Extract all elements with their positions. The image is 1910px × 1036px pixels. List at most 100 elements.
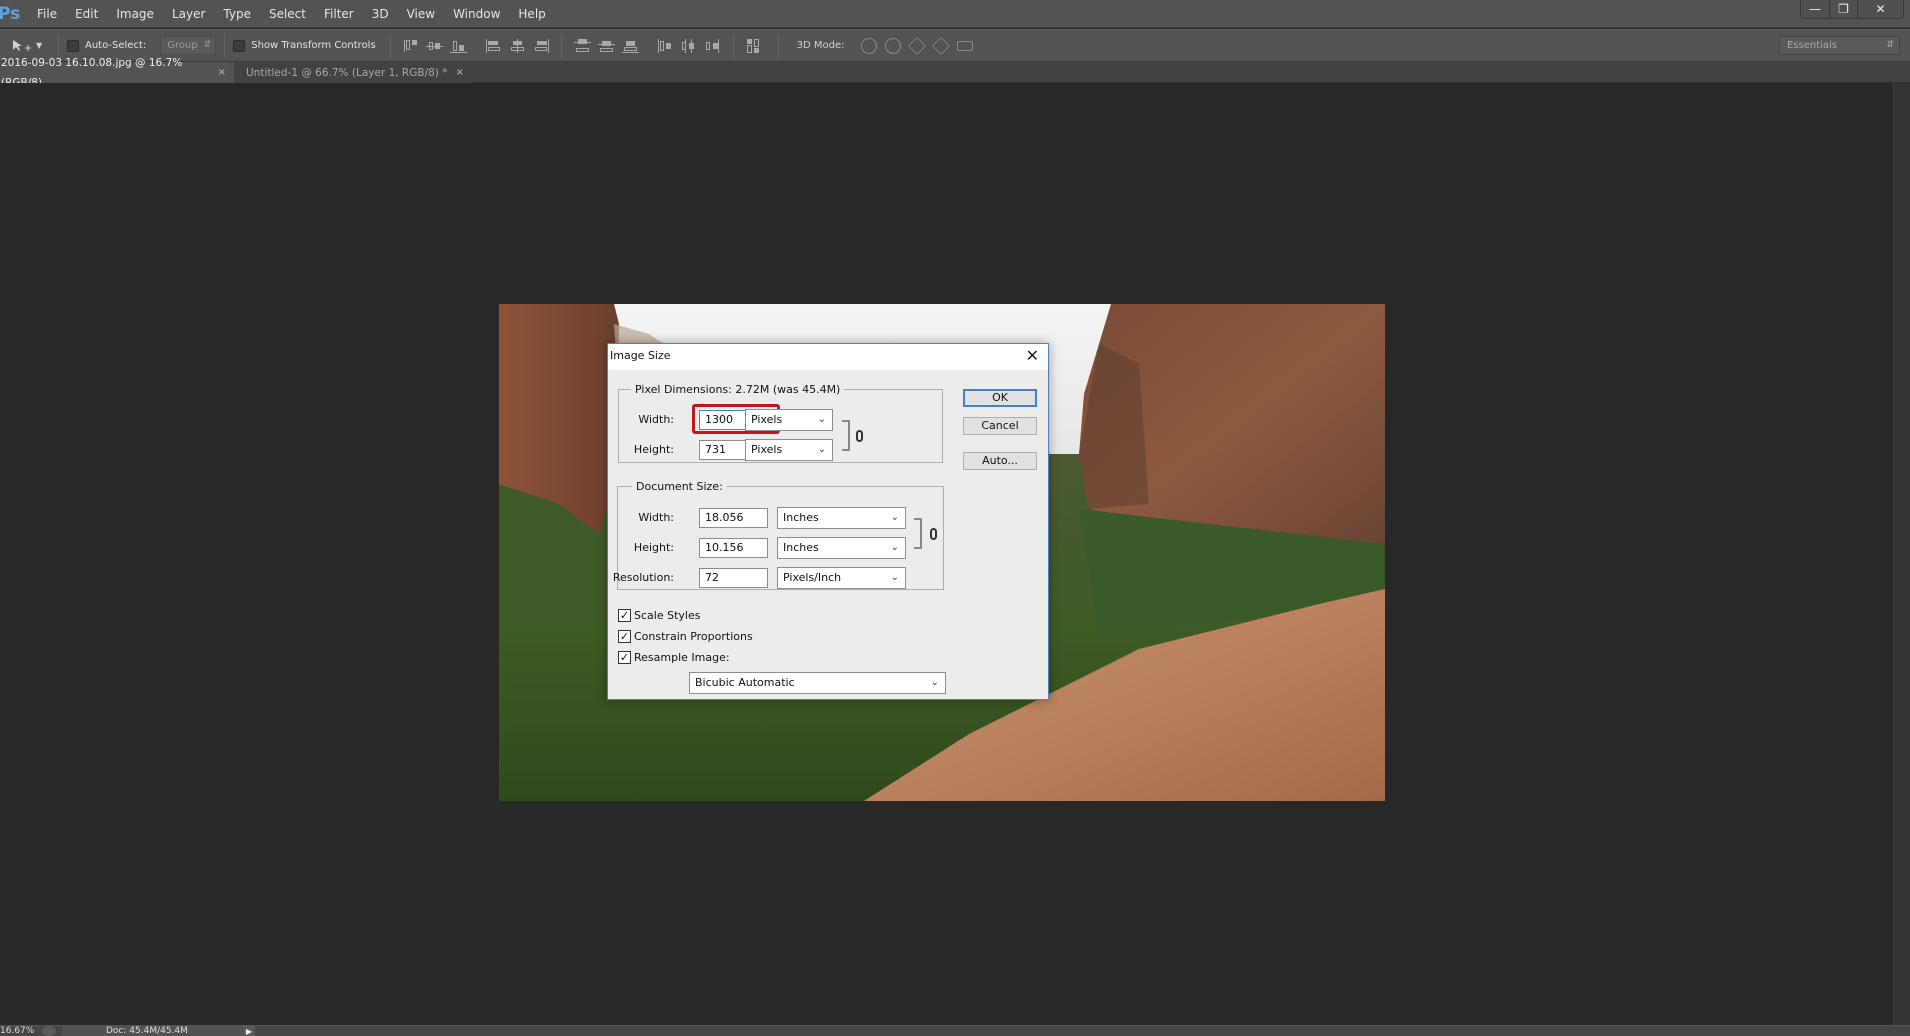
document-tabs: 2016-09-03 16.10.08.jpg @ 16.7% (RGB/8) … xyxy=(0,57,1910,89)
menu-filter[interactable]: Filter xyxy=(315,0,363,28)
pixel-height-unit-value: Pixels xyxy=(751,443,783,456)
restore-button[interactable]: ❐ xyxy=(1829,0,1857,18)
resolution-label: Resolution: xyxy=(612,571,674,584)
image-size-dialog: Image Size ✕ Pixel Dimensions: 2.72M (wa… xyxy=(607,343,1049,700)
pixel-width-unit-value: Pixels xyxy=(751,413,783,426)
pixel-width-unit-select[interactable]: Pixels ⌄ xyxy=(745,409,833,431)
menu-help[interactable]: Help xyxy=(509,0,554,28)
chevron-down-icon: ⌄ xyxy=(890,572,899,583)
status-menu-arrow-icon[interactable]: ▶ xyxy=(243,1025,255,1036)
tool-preset-picker[interactable]: ▼ xyxy=(12,39,50,53)
align-bottom-edges-icon[interactable] xyxy=(450,39,468,53)
rotate-3d-object-icon[interactable] xyxy=(860,37,877,54)
distribute-horizontal-centers-icon[interactable] xyxy=(680,38,697,53)
resample-image-checkbox-row[interactable]: ✓ Resample Image: xyxy=(618,651,730,664)
close-window-button[interactable]: ✕ xyxy=(1857,0,1903,18)
scale-styles-checkbox[interactable]: ✓ xyxy=(618,609,631,622)
menu-bar: Ps File Edit Image Layer Type Select Fil… xyxy=(0,0,1910,28)
roll-3d-object-icon[interactable] xyxy=(884,37,901,54)
document-info: Doc: 45.4M/45.4M xyxy=(62,1025,243,1036)
menu-window[interactable]: Window xyxy=(444,0,509,28)
resolution-unit-value: Pixels/Inch xyxy=(783,571,842,584)
resolution-unit-select[interactable]: Pixels/Inch ⌄ xyxy=(777,567,906,589)
auto-align-layers-icon[interactable] xyxy=(745,38,762,53)
status-bar: 16.67% Doc: 45.4M/45.4M ▶ xyxy=(0,1025,1910,1036)
pixel-height-unit-select[interactable]: Pixels ⌄ xyxy=(745,439,833,461)
chevron-down-icon: ⌄ xyxy=(930,677,939,688)
doc-width-unit-select[interactable]: Inches ⌄ xyxy=(777,507,906,529)
minimize-button[interactable]: — xyxy=(1801,0,1829,18)
resolution-input[interactable]: 72 xyxy=(699,568,768,588)
show-transform-controls-label: Show Transform Controls xyxy=(251,40,376,51)
dialog-title: Image Size xyxy=(610,349,671,362)
updown-arrows-icon: ⇵ xyxy=(1886,40,1894,50)
doc-height-unit-select[interactable]: Inches ⌄ xyxy=(777,537,906,559)
3d-mode-label: 3D Mode: xyxy=(796,40,845,51)
distribute-vertical-centers-icon[interactable] xyxy=(597,39,615,53)
status-info-icon[interactable] xyxy=(42,1026,56,1036)
constrain-proportions-checkbox[interactable]: ✓ xyxy=(618,630,631,643)
updown-arrows-icon: ⇵ xyxy=(203,40,212,50)
chain-link-icon xyxy=(856,430,863,442)
zoom-level[interactable]: 16.67% xyxy=(0,1026,36,1036)
menu-select[interactable]: Select xyxy=(260,0,315,28)
tab-document-jpg[interactable]: 2016-09-03 16.10.08.jpg @ 16.7% (RGB/8) … xyxy=(0,57,234,89)
close-tab-icon[interactable]: × xyxy=(218,63,226,83)
distribute-right-edges-icon[interactable] xyxy=(704,38,721,53)
menu-file[interactable]: File xyxy=(28,0,66,28)
distribute-bottom-edges-icon[interactable] xyxy=(621,39,639,53)
align-vertical-centers-icon[interactable] xyxy=(426,39,444,53)
chevron-down-icon: ▼ xyxy=(36,41,43,50)
show-transform-controls-checkbox[interactable] xyxy=(233,39,246,52)
distribute-left-edges-icon[interactable] xyxy=(656,38,673,53)
tab-untitled-1[interactable]: Untitled-1 @ 66.7% (Layer 1, RGB/8) * × xyxy=(234,62,472,83)
doc-width-input[interactable]: 18.056 xyxy=(699,508,768,528)
pixel-dimensions-legend: Pixel Dimensions: 2.72M (was 45.4M) xyxy=(635,383,841,396)
photoshop-logo: Ps xyxy=(0,3,21,24)
doc-height-label: Height: xyxy=(633,541,674,554)
scale-styles-label: Scale Styles xyxy=(634,609,701,622)
menu-edit[interactable]: Edit xyxy=(66,0,107,28)
vertical-scrollbar[interactable] xyxy=(1893,83,1910,1025)
ok-button[interactable]: OK xyxy=(963,389,1037,407)
cancel-button[interactable]: Cancel xyxy=(963,417,1037,435)
menu-image[interactable]: Image xyxy=(107,0,163,28)
doc-height-input[interactable]: 10.156 xyxy=(699,538,768,558)
pixel-width-label: Width: xyxy=(638,413,674,426)
menu-layer[interactable]: Layer xyxy=(163,0,214,28)
scale-3d-object-icon[interactable] xyxy=(956,40,973,51)
document-constrain-bracket xyxy=(914,518,922,549)
align-top-edges-icon[interactable] xyxy=(402,39,419,53)
menu-3d[interactable]: 3D xyxy=(363,0,398,28)
chevron-down-icon: ⌄ xyxy=(890,542,899,553)
resample-image-checkbox[interactable]: ✓ xyxy=(618,651,631,664)
doc-width-unit-value: Inches xyxy=(783,511,819,524)
resample-image-label: Resample Image: xyxy=(634,651,730,664)
align-right-edges-icon[interactable] xyxy=(533,38,550,53)
slide-3d-object-icon[interactable] xyxy=(931,36,950,55)
divider xyxy=(561,33,563,58)
auto-select-label: Auto-Select: xyxy=(85,40,147,51)
align-tools xyxy=(399,33,766,58)
scale-styles-checkbox-row[interactable]: ✓ Scale Styles xyxy=(618,609,700,622)
dialog-title-bar[interactable]: Image Size ✕ xyxy=(608,344,1048,370)
menu-type[interactable]: Type xyxy=(214,0,260,28)
chain-link-icon xyxy=(930,528,937,540)
resample-method-select[interactable]: Bicubic Automatic ⌄ xyxy=(689,672,946,694)
window-controls: — ❐ ✕ xyxy=(1800,0,1904,19)
workspace-value: Essentials xyxy=(1787,40,1838,51)
close-dialog-icon[interactable]: ✕ xyxy=(1026,346,1039,366)
drag-3d-object-icon[interactable] xyxy=(907,36,926,55)
doc-height-unit-value: Inches xyxy=(783,541,819,554)
auto-button[interactable]: Auto... xyxy=(963,452,1037,470)
menu-view[interactable]: View xyxy=(398,0,444,28)
distribute-top-edges-icon[interactable] xyxy=(573,38,591,53)
close-tab-icon[interactable]: × xyxy=(455,63,463,83)
divider xyxy=(777,33,779,58)
chevron-down-icon: ⌄ xyxy=(890,512,899,523)
constrain-proportions-checkbox-row[interactable]: ✓ Constrain Proportions xyxy=(618,630,753,643)
auto-select-checkbox[interactable] xyxy=(67,39,79,52)
align-horizontal-centers-icon[interactable] xyxy=(509,38,526,53)
align-left-edges-icon[interactable] xyxy=(485,38,502,53)
workspace-switcher[interactable]: Essentials ⇵ xyxy=(1779,36,1900,55)
